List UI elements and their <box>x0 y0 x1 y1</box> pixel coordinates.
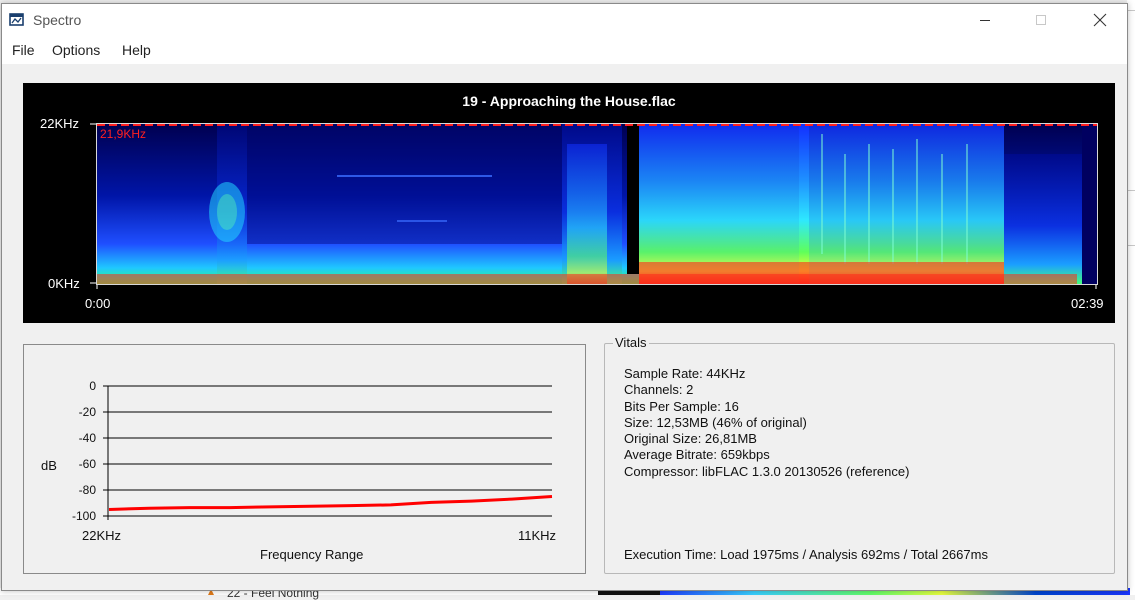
app-icon <box>9 13 24 26</box>
x-axis-start-label: 22KHz <box>82 528 121 543</box>
vitals-title: Vitals <box>613 335 649 350</box>
frequency-response-line <box>108 495 553 511</box>
peak-frequency-label: 21,9KHz <box>100 127 147 141</box>
x-axis-end-label: 11KHz <box>518 528 556 543</box>
menu-file[interactable]: File <box>12 42 35 58</box>
y-tick-label: -80 <box>79 483 97 497</box>
menu-options[interactable]: Options <box>52 42 100 58</box>
db-axis-label: dB <box>41 458 57 473</box>
x-axis-title: Frequency Range <box>260 547 363 562</box>
minimize-icon <box>980 20 990 21</box>
frequency-range-panel: 0 -20 -40 -60 -80 -100 dB 22KHz 11KHz Frequen… <box>23 344 586 574</box>
spectrogram-image <box>97 124 1097 284</box>
y-tick-label: -20 <box>79 405 97 419</box>
vital-sample-rate: Sample Rate: 44KHz <box>624 366 746 381</box>
title-bar[interactable]: Spectro <box>2 4 1127 36</box>
spectro-window: Spectro File Options Help 19 - Approachi… <box>1 3 1128 591</box>
menu-bar: File Options Help <box>2 36 1127 64</box>
vitals-group: Vitals Sample Rate: 44KHz Channels: 2 Bi… <box>604 335 1115 574</box>
vitals-list: Sample Rate: 44KHz Channels: 2 Bits Per … <box>624 366 909 480</box>
background-window-edge <box>1127 0 1135 595</box>
maximize-button[interactable] <box>1018 4 1064 36</box>
background-divider <box>1128 245 1135 246</box>
menu-help[interactable]: Help <box>122 42 151 58</box>
spectrogram-canvas[interactable]: 21,9KHz <box>96 123 1098 285</box>
vital-compressor: Compressor: libFLAC 1.3.0 20130526 (refe… <box>624 463 910 479</box>
background-divider <box>1128 190 1135 191</box>
vital-bits-per-sample: Bits Per Sample: 16 <box>624 398 739 414</box>
y-tick-label: -60 <box>79 457 97 471</box>
window-title: Spectro <box>33 12 82 28</box>
close-button[interactable] <box>1077 4 1123 36</box>
vital-channels: Channels: 2 <box>624 382 694 398</box>
spectrogram-panel: 19 - Approaching the House.flac 22KHz 0K… <box>23 83 1115 323</box>
execution-time: Execution Time: Load 1975ms / Analysis 6… <box>624 547 988 562</box>
close-icon <box>1093 13 1107 27</box>
vital-original-size: Original Size: 26,81MB <box>624 431 757 447</box>
y-tick-label: -100 <box>72 509 96 523</box>
maximize-icon <box>1036 15 1046 25</box>
y-tick-label: -40 <box>79 431 97 445</box>
background-divider <box>1128 10 1135 11</box>
vital-average-bitrate: Average Bitrate: 659kbps <box>624 447 770 463</box>
vital-size: Size: 12,53MB (46% of original) <box>624 414 807 430</box>
frequency-range-chart: 0 -20 -40 -60 -80 -100 dB 22KHz 11KHz Frequen… <box>41 379 556 562</box>
y-tick-label: 0 <box>89 379 96 393</box>
minimize-button[interactable] <box>962 4 1008 36</box>
